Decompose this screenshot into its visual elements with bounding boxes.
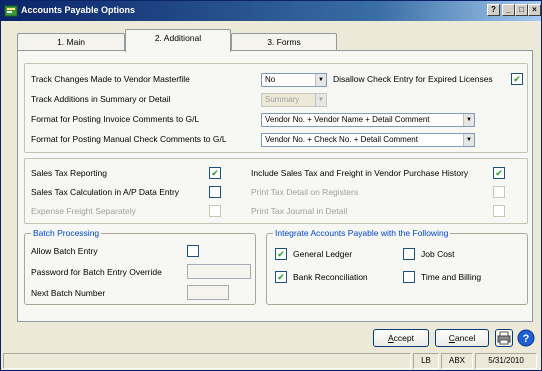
accounts-payable-options-window: Accounts Payable Options ? _ □ × 1. Main… xyxy=(0,0,542,371)
batch-password-input[interactable] xyxy=(187,264,251,279)
close-icon[interactable]: × xyxy=(528,4,541,16)
maximize-icon[interactable]: □ xyxy=(515,4,528,16)
chevron-down-icon: ▼ xyxy=(315,74,326,86)
help-button[interactable]: ? xyxy=(517,329,535,347)
integrate-legend: Integrate Accounts Payable with the Foll… xyxy=(273,228,451,238)
disallow-check-checkbox[interactable]: ✔ xyxy=(511,73,523,85)
general-options-group: Track Changes Made to Vendor Masterfile … xyxy=(24,63,528,153)
format-manual-label: Format for Posting Manual Check Comments… xyxy=(31,134,227,144)
print-tax-journal-checkbox[interactable] xyxy=(493,205,505,217)
general-ledger-label: General Ledger xyxy=(293,249,353,259)
tab-additional[interactable]: 2. Additional xyxy=(125,29,231,52)
status-bar: LB ABX 5/31/2010 xyxy=(3,353,539,369)
track-changes-select[interactable]: No ▼ xyxy=(261,73,327,87)
format-invoice-label: Format for Posting Invoice Comments to G… xyxy=(31,114,200,124)
cancel-label: ancel xyxy=(454,333,476,343)
window-title: Accounts Payable Options xyxy=(21,5,136,15)
print-tax-journal-label: Print Tax Journal in Detail xyxy=(251,206,348,216)
bank-reconciliation-checkbox[interactable]: ✔ xyxy=(275,271,287,283)
track-additions-select[interactable]: Summary ▼ xyxy=(261,93,327,107)
allow-batch-label: Allow Batch Entry xyxy=(31,246,98,256)
accept-label: ccept xyxy=(393,333,414,343)
job-cost-label: Job Cost xyxy=(421,249,455,259)
status-user: LB xyxy=(413,353,439,369)
sales-tax-calc-label: Sales Tax Calculation in A/P Data Entry xyxy=(31,187,180,197)
status-message xyxy=(3,353,411,369)
batch-processing-legend: Batch Processing xyxy=(31,228,102,238)
print-button[interactable] xyxy=(495,329,513,347)
status-company: ABX xyxy=(441,353,473,369)
title-bar[interactable]: Accounts Payable Options ? _ □ × xyxy=(1,1,541,21)
format-invoice-value: Vendor No. + Vendor Name + Detail Commen… xyxy=(265,115,430,124)
chevron-down-icon: ▼ xyxy=(463,114,474,126)
include-sales-tax-checkbox[interactable]: ✔ xyxy=(493,167,505,179)
sales-tax-group: Sales Tax Reporting ✔ Include Sales Tax … xyxy=(24,158,528,224)
time-billing-checkbox[interactable] xyxy=(403,271,415,283)
chevron-down-icon: ▼ xyxy=(315,94,326,106)
accept-button[interactable]: Accept xyxy=(373,329,429,347)
cancel-button[interactable]: Cancel xyxy=(435,329,489,347)
svg-text:?: ? xyxy=(523,333,530,345)
track-changes-value: No xyxy=(265,75,276,84)
bank-reconciliation-label: Bank Reconciliation xyxy=(293,272,368,282)
tab-main[interactable]: 1. Main xyxy=(17,33,125,51)
sales-tax-calc-checkbox[interactable] xyxy=(209,186,221,198)
include-sales-tax-label: Include Sales Tax and Freight in Vendor … xyxy=(251,168,469,178)
batch-processing-fieldset: Batch Processing Allow Batch Entry Passw… xyxy=(24,228,256,305)
tab-bar: 1. Main 2. Additional 3. Forms xyxy=(17,29,517,52)
job-cost-checkbox[interactable] xyxy=(403,248,415,260)
minimize-icon[interactable]: _ xyxy=(502,4,515,16)
help-icon[interactable]: ? xyxy=(487,4,500,16)
general-ledger-checkbox[interactable]: ✔ xyxy=(275,248,287,260)
status-date: 5/31/2010 xyxy=(475,353,537,369)
disallow-check-label: Disallow Check Entry for Expired License… xyxy=(333,74,493,84)
track-additions-label: Track Additions in Summary or Detail xyxy=(31,94,171,104)
printer-icon xyxy=(497,331,511,345)
expense-freight-checkbox[interactable] xyxy=(209,205,221,217)
expense-freight-label: Expense Freight Separately xyxy=(31,206,136,216)
track-additions-value: Summary xyxy=(265,95,300,104)
format-manual-value: Vendor No. + Check No. + Detail Comment xyxy=(265,135,418,144)
app-icon xyxy=(4,5,18,17)
batch-password-label: Password for Batch Entry Override xyxy=(31,267,162,277)
allow-batch-checkbox[interactable] xyxy=(187,245,199,257)
sales-tax-reporting-checkbox[interactable]: ✔ xyxy=(209,167,221,179)
print-tax-detail-label: Print Tax Detail on Registers xyxy=(251,187,359,197)
integrate-fieldset: Integrate Accounts Payable with the Foll… xyxy=(266,228,528,305)
next-batch-input[interactable] xyxy=(187,285,229,300)
sales-tax-reporting-label: Sales Tax Reporting xyxy=(31,168,107,178)
print-tax-detail-checkbox[interactable] xyxy=(493,186,505,198)
track-changes-label: Track Changes Made to Vendor Masterfile xyxy=(31,74,190,84)
chevron-down-icon: ▼ xyxy=(463,134,474,146)
format-manual-select[interactable]: Vendor No. + Check No. + Detail Comment … xyxy=(261,133,475,147)
format-invoice-select[interactable]: Vendor No. + Vendor Name + Detail Commen… xyxy=(261,113,475,127)
next-batch-label: Next Batch Number xyxy=(31,288,106,298)
tab-forms[interactable]: 3. Forms xyxy=(231,33,337,51)
time-billing-label: Time and Billing xyxy=(421,272,482,282)
tab-panel-additional: Track Changes Made to Vendor Masterfile … xyxy=(17,50,533,322)
help-circle-icon: ? xyxy=(517,329,535,347)
